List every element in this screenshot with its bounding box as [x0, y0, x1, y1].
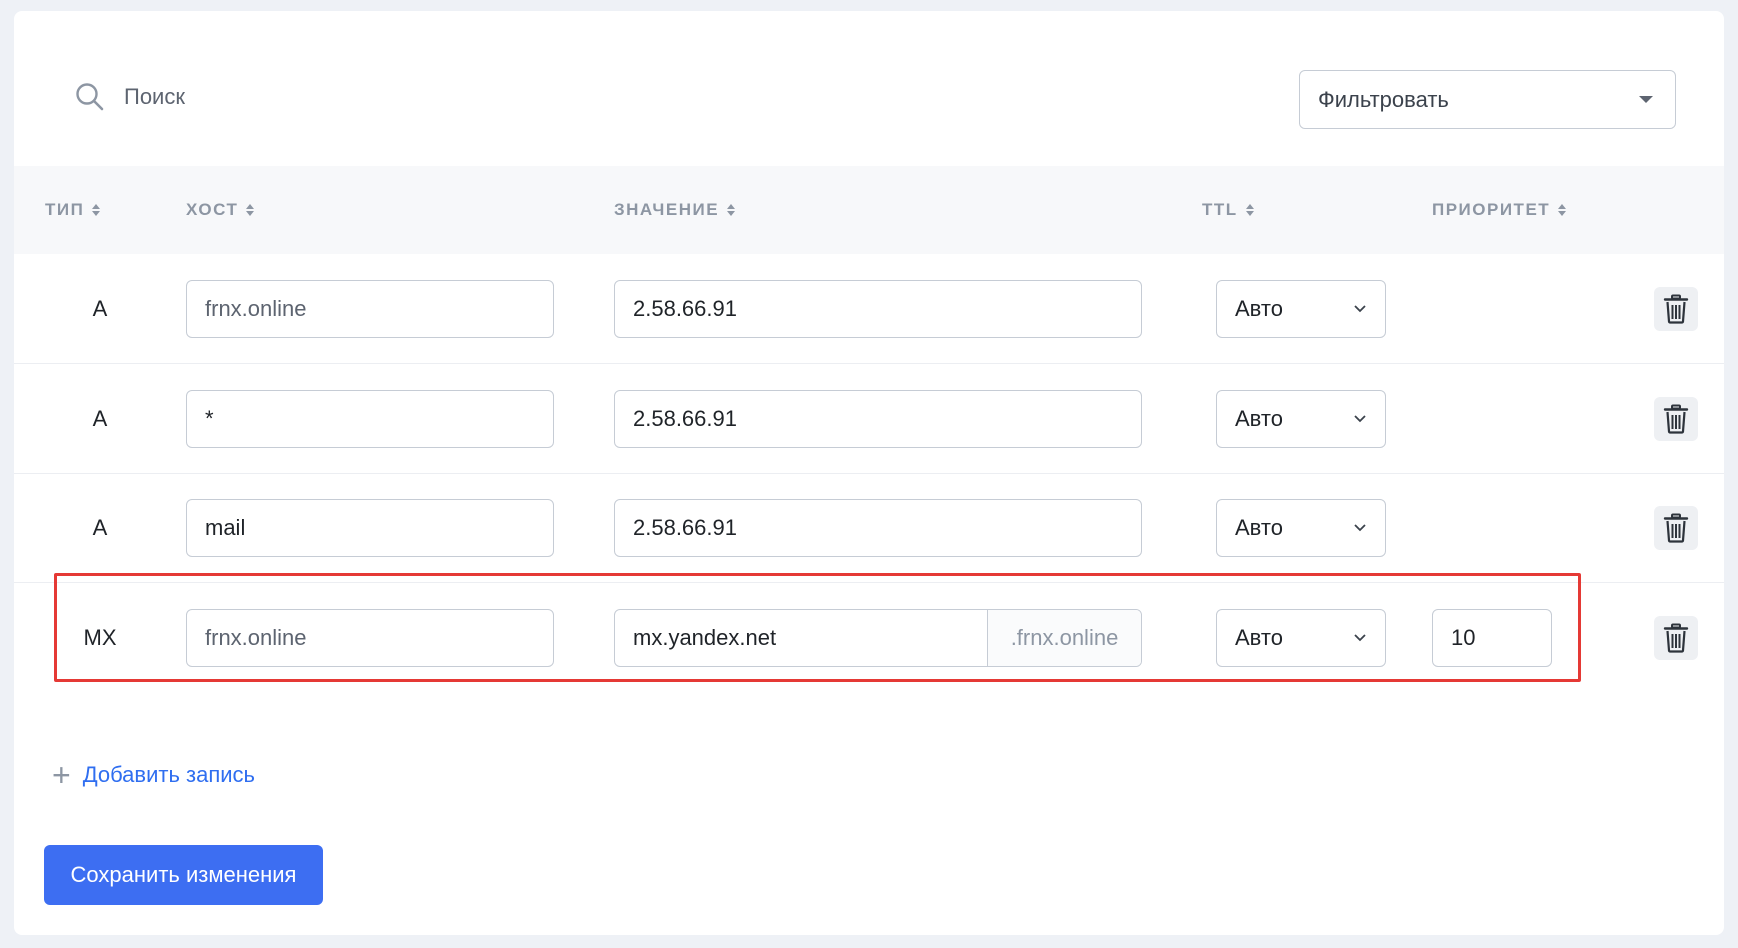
sort-icon — [1558, 204, 1566, 216]
ttl-select[interactable]: Авто — [1216, 280, 1386, 338]
priority-input[interactable]: 10 — [1432, 609, 1552, 667]
trash-icon — [1663, 294, 1689, 324]
chevron-down-icon — [1353, 523, 1367, 533]
table-row: A * 2.58.66.91 Авто — [14, 364, 1724, 474]
search-icon — [74, 81, 106, 113]
sort-icon — [727, 204, 735, 216]
column-header-type[interactable]: ТИП — [45, 166, 100, 254]
column-header-priority[interactable]: ПРИОРИТЕТ — [1432, 166, 1566, 254]
host-input[interactable]: * — [186, 390, 554, 448]
record-type: A — [70, 254, 130, 363]
chevron-down-icon — [1353, 414, 1367, 424]
delete-button[interactable] — [1654, 616, 1698, 660]
column-header-ttl[interactable]: TTL — [1202, 166, 1254, 254]
sort-icon — [92, 204, 100, 216]
column-header-value[interactable]: ЗНАЧЕНИЕ — [614, 166, 735, 254]
plus-icon: + — [52, 759, 71, 791]
ttl-select[interactable]: Авто — [1216, 390, 1386, 448]
add-record-link[interactable]: + Добавить запись — [52, 759, 255, 791]
chevron-down-icon — [1353, 304, 1367, 314]
dns-records-panel: Поиск Фильтровать ТИП ХОСТ ЗНАЧЕНИЕ TTL … — [14, 11, 1724, 935]
ttl-select[interactable]: Авто — [1216, 499, 1386, 557]
add-record-label: Добавить запись — [83, 762, 255, 788]
trash-icon — [1663, 404, 1689, 434]
filter-dropdown[interactable]: Фильтровать — [1299, 70, 1676, 129]
table-header: ТИП ХОСТ ЗНАЧЕНИЕ TTL ПРИОРИТЕТ — [14, 166, 1724, 254]
search-bar[interactable]: Поиск — [74, 81, 185, 113]
table-row: A mail 2.58.66.91 Авто — [14, 473, 1724, 583]
trash-icon — [1663, 623, 1689, 653]
record-type: A — [70, 364, 130, 473]
save-button[interactable]: Сохранить изменения — [44, 845, 323, 905]
host-input[interactable]: mail — [186, 499, 554, 557]
table-row: A frnx.online 2.58.66.91 Авто — [14, 254, 1724, 364]
host-input[interactable]: frnx.online — [186, 609, 554, 667]
value-suffix: .frnx.online — [987, 610, 1141, 666]
record-type: A — [70, 473, 130, 582]
chevron-down-icon — [1353, 633, 1367, 643]
column-header-host[interactable]: ХОСТ — [186, 166, 254, 254]
sort-icon — [1246, 204, 1254, 216]
value-input-group: mx.yandex.net .frnx.online — [614, 609, 1142, 667]
caret-down-icon — [1639, 96, 1653, 103]
search-placeholder[interactable]: Поиск — [124, 84, 185, 110]
trash-icon — [1663, 513, 1689, 543]
table-row: MX frnx.online mx.yandex.net .frnx.onlin… — [14, 583, 1724, 693]
filter-label: Фильтровать — [1318, 87, 1449, 113]
sort-icon — [246, 204, 254, 216]
delete-button[interactable] — [1654, 397, 1698, 441]
ttl-select[interactable]: Авто — [1216, 609, 1386, 667]
value-input[interactable]: 2.58.66.91 — [614, 499, 1142, 557]
value-input[interactable]: 2.58.66.91 — [614, 390, 1142, 448]
record-type: MX — [70, 583, 130, 693]
delete-button[interactable] — [1654, 506, 1698, 550]
value-input[interactable]: 2.58.66.91 — [614, 280, 1142, 338]
value-input[interactable]: mx.yandex.net — [615, 610, 987, 666]
host-input[interactable]: frnx.online — [186, 280, 554, 338]
delete-button[interactable] — [1654, 287, 1698, 331]
